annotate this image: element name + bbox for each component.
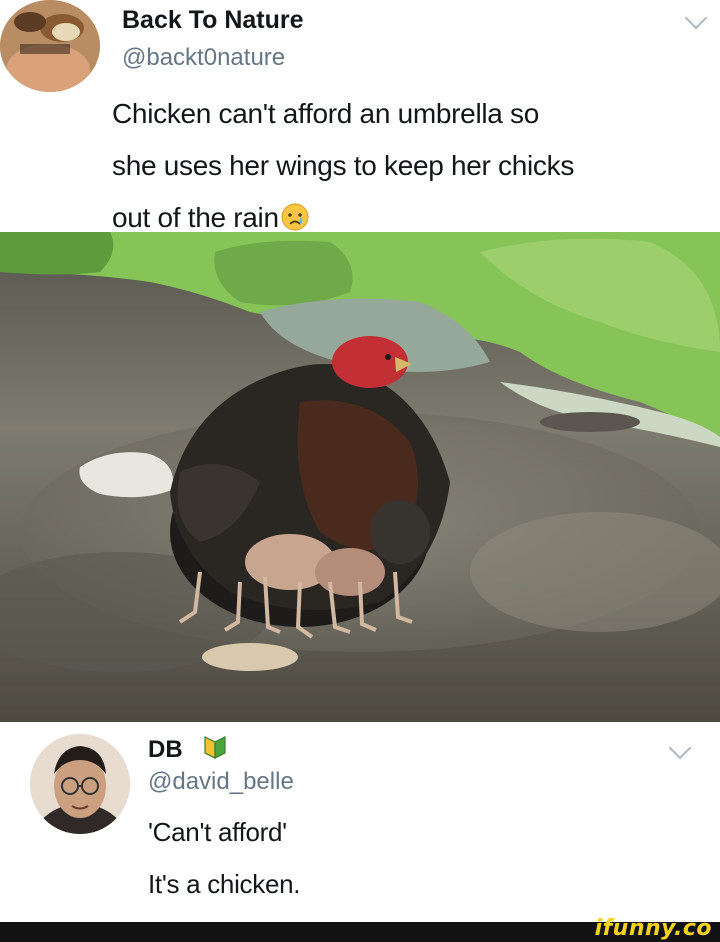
reply-text-line: It's a chicken. (148, 869, 301, 899)
user-avatar[interactable] (0, 0, 100, 92)
japanese-beginner-symbol-icon (204, 736, 226, 759)
chicken-photo-image (0, 232, 720, 722)
tweet-text-line: out of the rain (112, 202, 279, 233)
avatar-image (30, 734, 130, 834)
tweet-text-line: she uses her wings to keep her chicks (112, 150, 575, 181)
tweet-text: Chicken can't afford an umbrella so she … (112, 88, 712, 244)
user-handle[interactable]: @backt0nature (122, 44, 285, 72)
watermark-bar: ifunny.co (0, 916, 720, 942)
ifunny-logo: ifunny.co (594, 916, 712, 941)
reply-text-line: 'Can't afford' (148, 817, 287, 847)
reply-user-handle[interactable]: @david_belle (148, 768, 294, 796)
reply-user-avatar[interactable] (30, 734, 130, 834)
avatar-image (0, 0, 100, 92)
tweet-text-line: Chicken can't afford an umbrella so (112, 98, 540, 129)
crying-face-icon (281, 203, 309, 231)
chevron-down-icon[interactable] (684, 6, 708, 30)
reply-text: 'Can't afford' It's a chicken. (148, 806, 301, 910)
tweet-text-line: she uses her wings to keep her chicks (112, 140, 712, 192)
reply-tweet: DB @david_belle 'Can't afford' It's a ch… (0, 722, 720, 922)
original-tweet: Back To Nature @backt0nature Chicken can… (0, 0, 720, 233)
chevron-down-icon[interactable] (668, 736, 692, 760)
display-name[interactable]: Back To Nature (122, 6, 304, 35)
tweet-photo[interactable] (0, 232, 720, 722)
reply-display-name[interactable]: DB (148, 736, 183, 764)
